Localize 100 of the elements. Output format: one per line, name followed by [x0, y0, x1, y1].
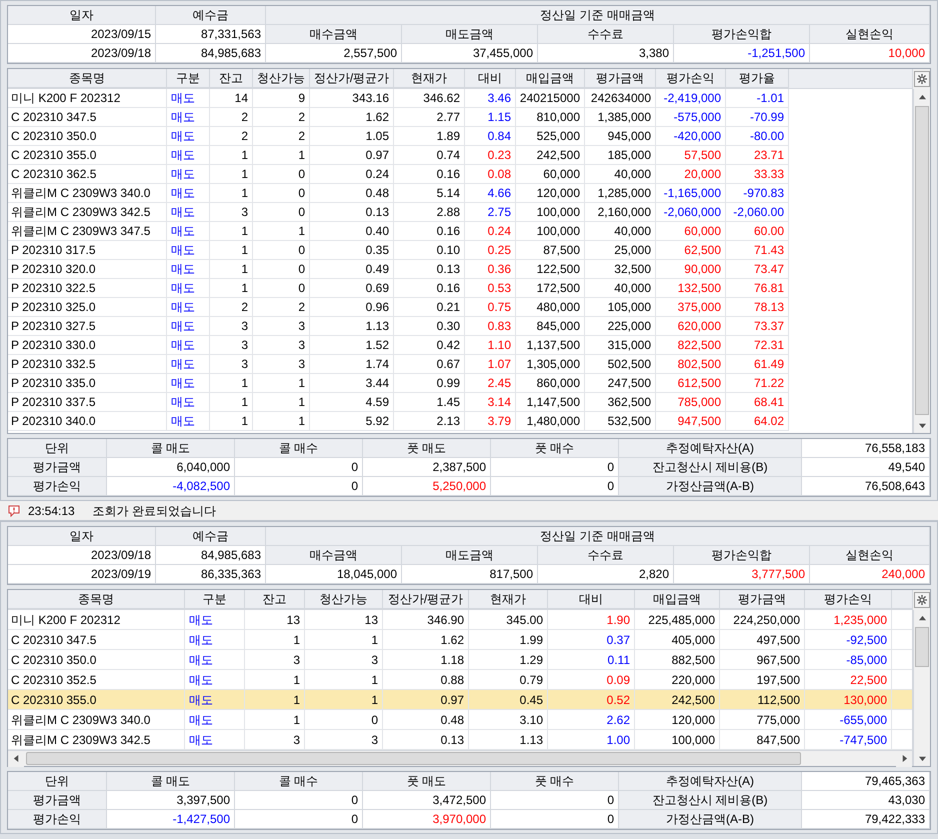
settings-button[interactable]: [914, 592, 930, 608]
table-cell: 76,508,643: [802, 477, 930, 496]
row-header: 평가금액: [8, 458, 107, 477]
row-header: 잔고청산시 제비용(B): [619, 458, 802, 477]
column-header: 정산일 기준 매매금액: [266, 527, 930, 546]
table-cell: 0: [491, 458, 619, 477]
scrollbar-thumb[interactable]: [915, 627, 929, 667]
table-cell: 10,000: [810, 44, 930, 63]
row-header: 콜 매도: [107, 772, 235, 791]
table-row[interactable]: 미니 K200 F 202312 매도 13 13 346.90 345.00 1.90 225,485,000 224,250,000 1,235,000: [8, 610, 912, 630]
row-header: 풋 매수: [491, 439, 619, 458]
table-cell: 2023/09/18: [8, 44, 156, 63]
arrow-right-icon: [900, 755, 908, 762]
column-header: 종목명: [8, 590, 185, 609]
table-cell: 3,472,500: [363, 791, 491, 810]
table-cell: 2.13: [394, 412, 465, 431]
table-cell: 1: [210, 412, 253, 431]
column-header: 수수료: [538, 25, 674, 44]
table-cell: 6,040,000: [107, 458, 235, 477]
table-cell: 84,985,683: [156, 546, 266, 565]
table-cell: 2023/09/19: [8, 565, 156, 584]
column-header: 실현손익: [810, 546, 930, 565]
column-header: 매수금액: [266, 25, 402, 44]
column-header: 매입금액: [635, 590, 720, 609]
table-row[interactable]: 위클리M C 2309W3 340.0 매도 1 0 0.48 3.10 2.62 120,000 775,000 -655,000: [8, 710, 912, 730]
column-header: 평가손익: [805, 590, 892, 609]
row-header: 단위: [8, 439, 107, 458]
table-cell: 2,387,500: [363, 458, 491, 477]
table-cell: 매도: [167, 412, 210, 431]
column-header: 평가손익: [656, 69, 726, 88]
table-cell: -1,427,500: [107, 810, 235, 829]
table-cell: 2023/09/18: [8, 546, 156, 565]
table-cell: 37,455,000: [402, 44, 538, 63]
column-header: 대비: [465, 69, 516, 88]
column-header: 예수금: [156, 527, 266, 546]
row-header: 잔고청산시 제비용(B): [619, 791, 802, 810]
table-cell: 0: [491, 791, 619, 810]
table-cell: 1: [253, 412, 310, 431]
table-cell: 3,380: [538, 44, 674, 63]
table-cell: 240,000: [810, 565, 930, 584]
table-cell: 87,331,563: [156, 25, 266, 44]
table-cell: 43,030: [802, 791, 930, 810]
table-cell: 76,558,183: [802, 439, 930, 458]
column-header: 수수료: [538, 546, 674, 565]
table-cell: 3.79: [465, 412, 516, 431]
table-cell: 532,500: [585, 412, 656, 431]
table-cell: 0: [235, 458, 363, 477]
table-cell: 3,970,000: [363, 810, 491, 829]
column-header: 잔고: [210, 69, 253, 88]
row-header: 풋 매도: [363, 772, 491, 791]
row-header: 풋 매수: [491, 772, 619, 791]
column-header: 대비: [548, 590, 635, 609]
row-header: 콜 매도: [107, 439, 235, 458]
column-header: 정산가/평균가: [310, 69, 394, 88]
table-cell: 86,335,363: [156, 565, 266, 584]
column-header: 청산가능: [305, 590, 383, 609]
table-row[interactable]: 위클리M C 2309W3 342.5 매도 3 3 0.13 1.13 1.00 100,000 847,500 -747,500: [8, 730, 912, 750]
table-cell: 79,422,333: [802, 810, 930, 829]
table-cell: 2,557,500: [266, 44, 402, 63]
table-row[interactable]: C 202310 355.0 매도 1 1 0.97 0.45 0.52 242,500 112,500 130,000: [8, 690, 912, 710]
table-cell: 2,820: [538, 565, 674, 584]
row-header: 콜 매수: [235, 439, 363, 458]
column-header: 종목명: [8, 69, 167, 88]
settings-icon: [916, 595, 926, 605]
table-cell: 817,500: [402, 565, 538, 584]
table-cell: 0: [491, 477, 619, 496]
arrow-left-icon: [12, 755, 20, 762]
column-header: 평가손익합: [674, 25, 810, 44]
table-cell: 64.02: [726, 412, 789, 431]
column-header: 일자: [8, 6, 156, 25]
column-header: 예수금: [156, 6, 266, 25]
row-header: 평가금액: [8, 791, 107, 810]
table-cell: 0: [491, 810, 619, 829]
scrollbar-thumb[interactable]: [915, 106, 929, 415]
status-time: 23:54:13: [28, 502, 75, 520]
column-header: 구분: [167, 69, 210, 88]
table-cell: 947,500: [656, 412, 726, 431]
table-cell: 3,397,500: [107, 791, 235, 810]
table-cell: 84,985,683: [156, 44, 266, 63]
row-header: 단위: [8, 772, 107, 791]
table-row[interactable]: C 202310 350.0 매도 3 3 1.18 1.29 0.11 882,500 967,500 -85,000: [8, 650, 912, 670]
column-header: 평가손익합: [674, 546, 810, 565]
column-header: 매도금액: [402, 546, 538, 565]
table-cell: -1,251,500: [674, 44, 810, 63]
arrow-down-icon: [918, 422, 926, 428]
table-cell: P 202310 340.0: [8, 412, 167, 431]
table-cell: 0: [235, 791, 363, 810]
table-row[interactable]: C 202310 347.5 매도 1 1 1.62 1.99 0.37 405,000 497,500 -92,500: [8, 630, 912, 650]
table-cell: 2023/09/15: [8, 25, 156, 44]
table-cell: 18,045,000: [266, 565, 402, 584]
column-header: 매수금액: [266, 546, 402, 565]
row-header: 가정산금액(A-B): [619, 810, 802, 829]
row-header: 추정예탁자산(A): [619, 772, 802, 791]
column-header: 현재가: [469, 590, 548, 609]
table-cell: 0: [235, 477, 363, 496]
settings-button[interactable]: [914, 71, 930, 87]
scrollbar-thumb[interactable]: [26, 752, 801, 765]
arrow-up-icon: [918, 614, 926, 622]
table-row[interactable]: C 202310 352.5 매도 1 1 0.88 0.79 0.09 220,000 197,500 22,500: [8, 670, 912, 690]
arrow-up-icon: [918, 94, 926, 100]
